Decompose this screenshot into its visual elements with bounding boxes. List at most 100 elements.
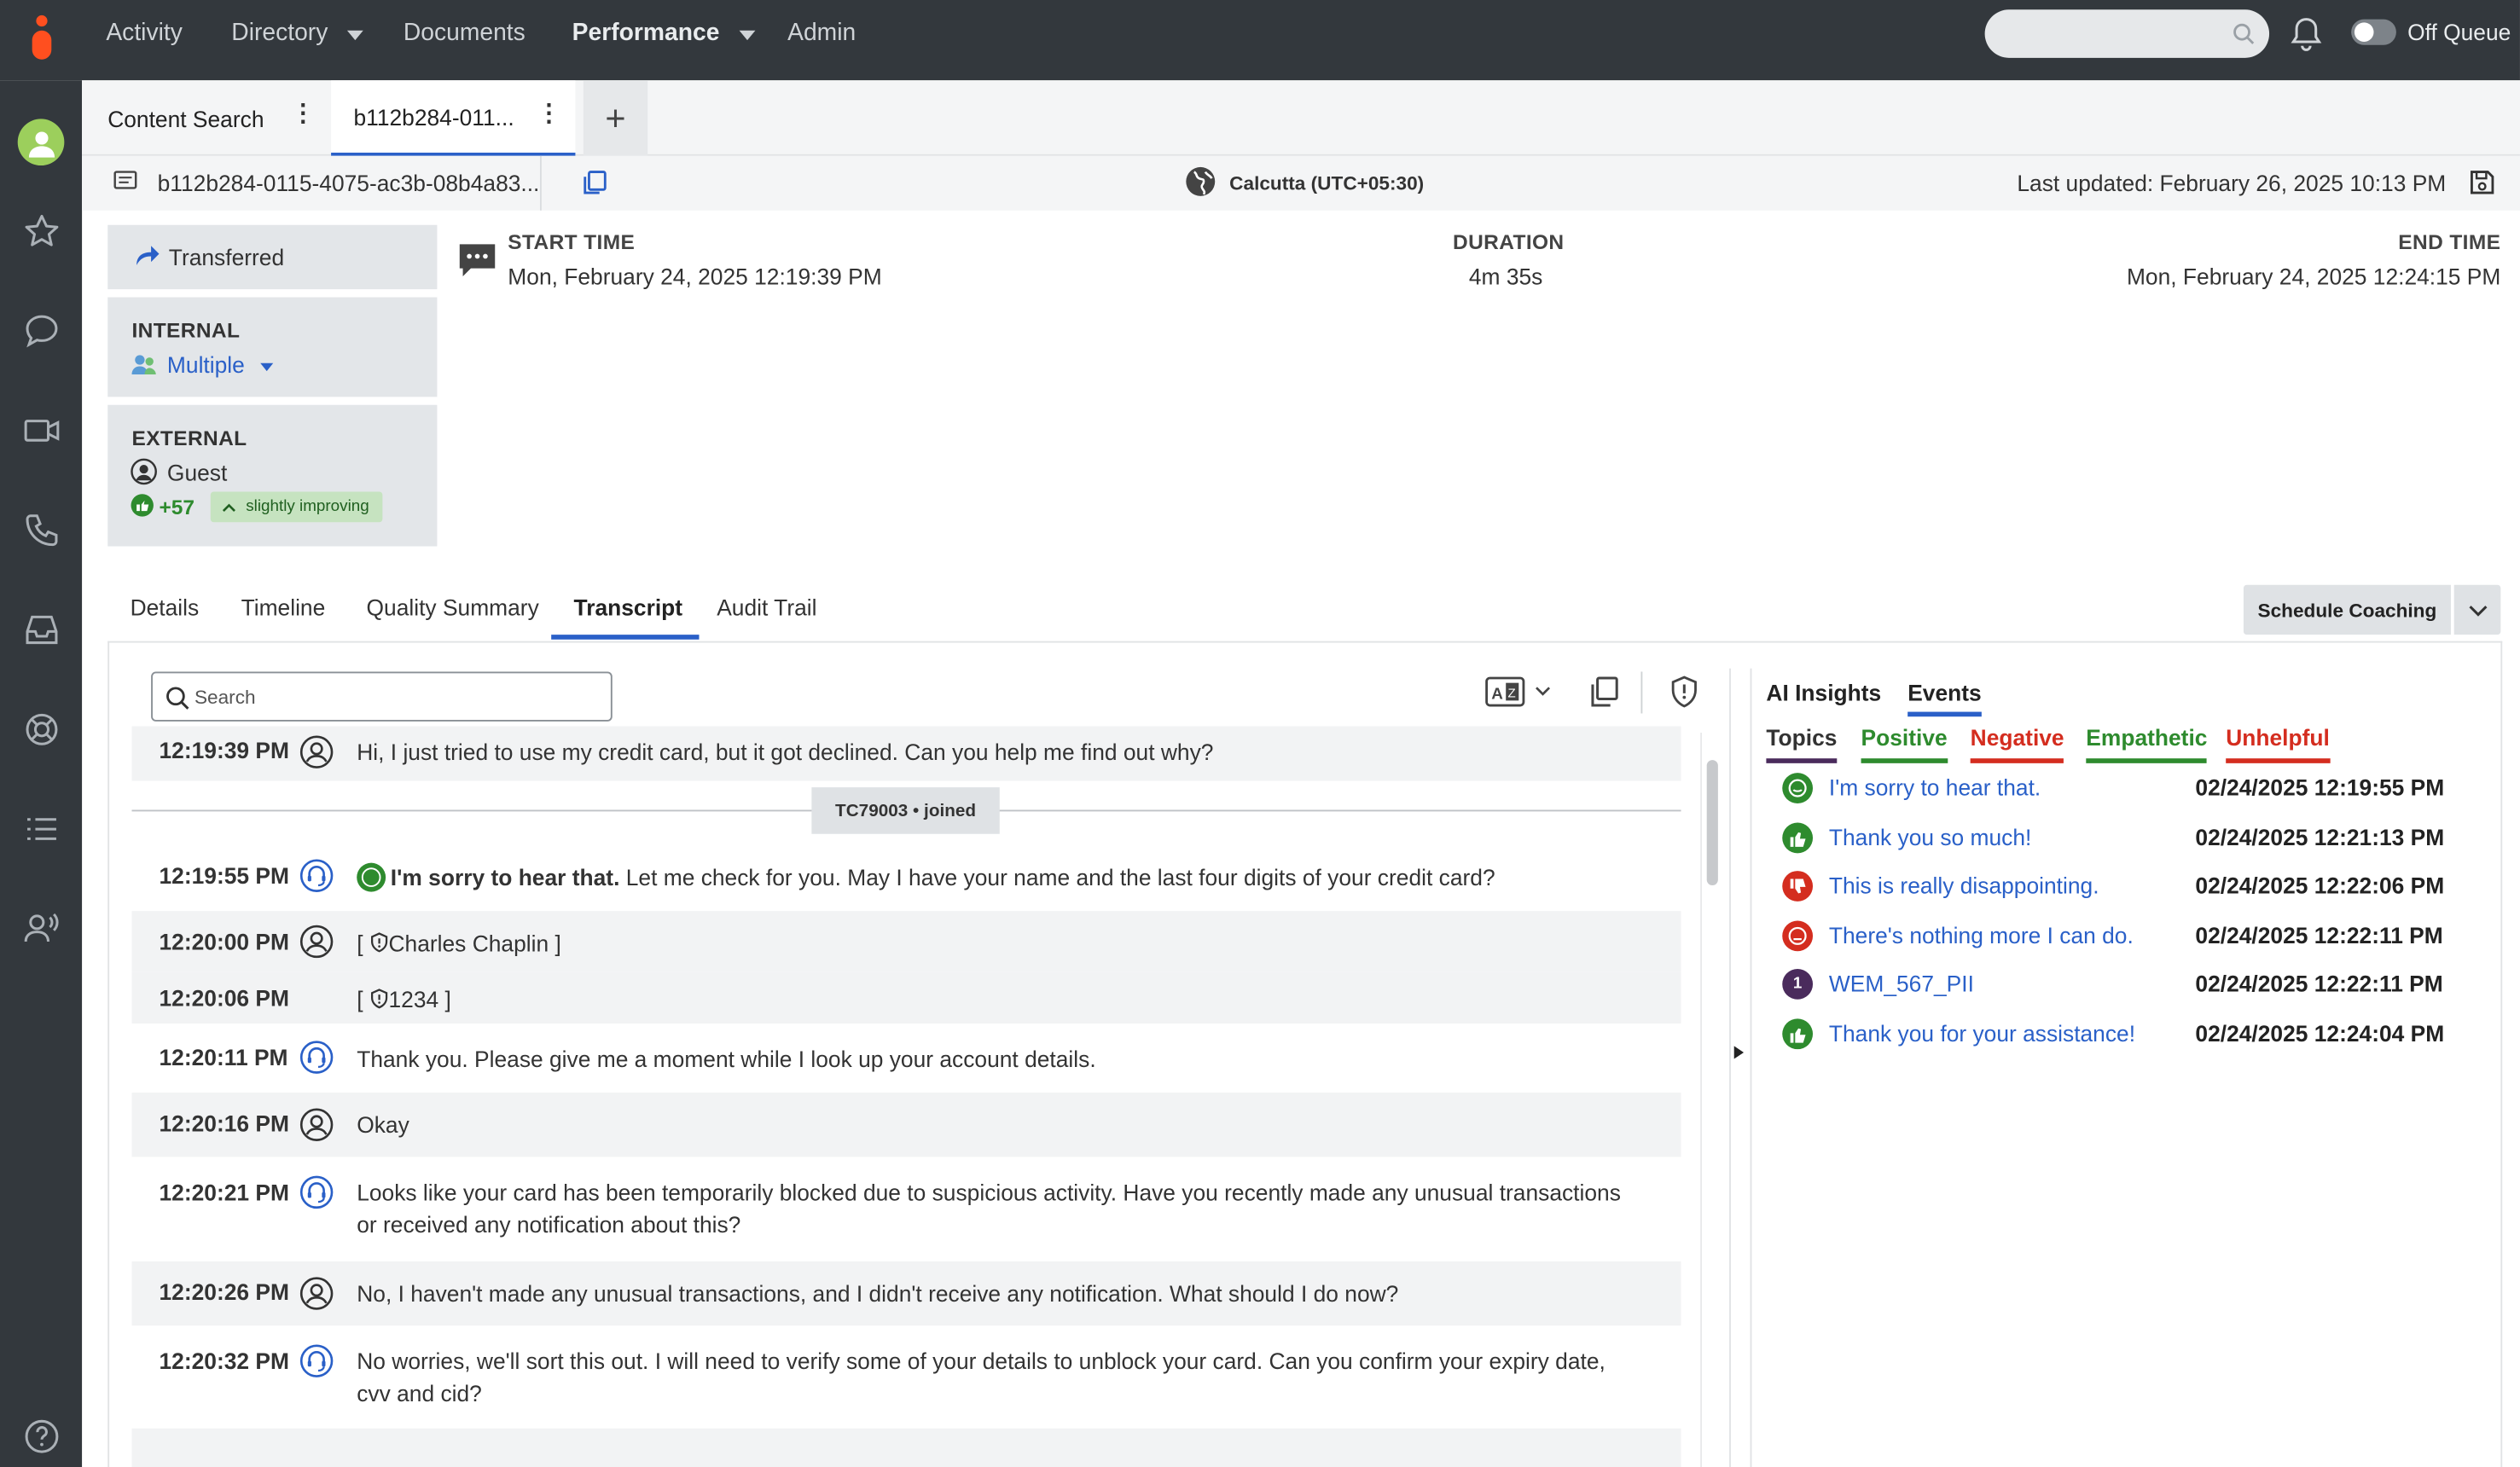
filter-empathetic[interactable]: Empathetic <box>2086 725 2208 763</box>
nav-directory-label: Directory <box>231 19 328 47</box>
transcript-row <box>131 1428 1681 1467</box>
customer-avatar-icon <box>299 1277 334 1310</box>
event-time: 02/24/2025 12:21:13 PM <box>2195 824 2445 850</box>
last-updated: Last updated: February 26, 2025 10:13 PM <box>2017 170 2447 196</box>
transcript-search-placeholder: Search <box>194 685 256 708</box>
empathy-icon <box>357 862 386 892</box>
transcript-scrollbar[interactable] <box>1700 733 1720 1467</box>
end-time-label: END TIME <box>2398 229 2501 254</box>
user-avatar[interactable] <box>17 119 65 166</box>
nav-admin[interactable]: Admin <box>787 20 856 47</box>
tab-events[interactable]: Events <box>1907 680 1982 717</box>
unhelpful-icon <box>1782 920 1814 952</box>
transcript-row: 12:19:39 PM Hi, I just tried to use my c… <box>131 726 1681 781</box>
queue-toggle[interactable] <box>2351 19 2396 45</box>
tab-content-search[interactable]: Content Search ⋮ <box>82 80 328 156</box>
event-row[interactable]: Thank you for your assistance! 02/24/202… <box>1782 1018 2489 1052</box>
nav-performance[interactable]: Performance <box>572 20 755 47</box>
tab-details[interactable]: Details <box>131 594 200 620</box>
transcript-row: 12:20:06 PM [ 1234 ] <box>131 971 1681 1024</box>
tab-timeline[interactable]: Timeline <box>241 594 326 620</box>
chat-bubble-icon[interactable] <box>20 309 63 352</box>
copy-transcript-icon[interactable] <box>1586 675 1620 709</box>
event-row[interactable]: I'm sorry to hear that. 02/24/2025 12:19… <box>1782 771 2489 806</box>
filter-negative[interactable]: Negative <box>1970 725 2064 763</box>
list-icon[interactable] <box>20 807 63 850</box>
thumbs-up-icon <box>1782 822 1814 854</box>
event-row[interactable]: 1 WEM_567_PII 02/24/2025 12:22:11 PM <box>1782 967 2489 1002</box>
global-search-input[interactable] <box>1984 9 2270 58</box>
nav-directory[interactable]: Directory <box>231 20 363 47</box>
transcript-search-input[interactable]: Search <box>151 671 613 722</box>
tab-quality-summary[interactable]: Quality Summary <box>367 594 539 620</box>
favorites-star-icon[interactable] <box>20 209 63 252</box>
event-row[interactable]: This is really disappointing. 02/24/2025… <box>1782 869 2489 904</box>
translate-dropdown[interactable]: AZ <box>1485 676 1551 707</box>
left-sidebar <box>0 80 83 1467</box>
filter-positive[interactable]: Positive <box>1861 725 1948 763</box>
inbox-icon[interactable] <box>20 607 63 651</box>
row-time: 12:19:39 PM <box>159 737 289 763</box>
nav-activity[interactable]: Activity <box>106 20 183 47</box>
nav-documents[interactable]: Documents <box>404 20 525 47</box>
event-text[interactable]: WEM_567_PII <box>1829 971 1974 996</box>
chat-message-icon <box>459 244 496 277</box>
empathy-highlight[interactable]: I'm sorry to hear that. <box>391 865 620 890</box>
event-row[interactable]: Thank you so much! 02/24/2025 12:21:13 P… <box>1782 821 2489 856</box>
chevron-up-icon <box>222 502 235 512</box>
svg-text:Z: Z <box>1507 687 1515 701</box>
save-disk-icon[interactable] <box>2469 169 2496 196</box>
add-tab-button[interactable]: + <box>583 80 648 156</box>
help-question-icon[interactable] <box>20 1414 63 1458</box>
event-text[interactable]: This is really disappointing. <box>1829 873 2099 898</box>
row-time: 12:20:00 PM <box>159 928 289 955</box>
thumbs-up-icon <box>1782 1018 1814 1050</box>
agent-headset-icon <box>299 1344 334 1377</box>
people-speaking-icon[interactable] <box>20 907 63 950</box>
internal-multiple-label: Multiple <box>166 351 245 378</box>
event-text[interactable]: Thank you so much! <box>1829 824 2031 849</box>
transcript-row: 12:20:26 PM No, I haven't made any unusu… <box>131 1261 1681 1326</box>
globe-icon <box>1186 166 1216 196</box>
collapse-arrow-icon[interactable] <box>1733 1045 1745 1061</box>
tab-ai-insights[interactable]: AI Insights <box>1766 680 1881 705</box>
interaction-info-bar: b112b284-0115-4075-ac3b-08b4a83... Calcu… <box>82 155 2520 211</box>
translate-icon: AZ <box>1485 676 1525 707</box>
tab-interaction[interactable]: b112b284-011... ⋮ <box>331 80 576 156</box>
row-text: Okay <box>357 1111 409 1138</box>
event-text[interactable]: There's nothing more I can do. <box>1829 922 2134 948</box>
row-text: [ Charles Chaplin ] <box>357 930 561 956</box>
event-text[interactable]: I'm sorry to hear that. <box>1829 774 2041 800</box>
copy-icon[interactable] <box>580 169 609 198</box>
chevron-down-icon <box>1536 687 1551 696</box>
video-camera-icon[interactable] <box>20 409 63 452</box>
thumbs-down-icon <box>1782 871 1814 902</box>
scrollbar-thumb[interactable] <box>1706 760 1718 886</box>
filter-topics[interactable]: Topics <box>1766 725 1838 763</box>
tab-transcript[interactable]: Transcript <box>574 594 683 620</box>
filter-unhelpful[interactable]: Unhelpful <box>2226 725 2330 763</box>
kebab-menu-icon[interactable]: ⋮ <box>537 101 560 125</box>
phone-icon[interactable] <box>20 507 63 551</box>
divider <box>539 155 542 211</box>
row-time: 12:20:16 PM <box>159 1110 289 1136</box>
schedule-coaching-button[interactable]: Schedule Coaching <box>2243 584 2451 635</box>
event-time: 02/24/2025 12:24:04 PM <box>2195 1020 2445 1047</box>
internal-participants-card: INTERNAL Multiple <box>107 297 438 397</box>
sentiment-trend-badge: slightly improving <box>210 491 383 523</box>
internal-multiple-dropdown[interactable]: Multiple <box>167 352 274 378</box>
schedule-coaching-dropdown[interactable] <box>2453 584 2501 635</box>
topic-badge: 1 <box>1782 968 1814 1000</box>
event-text[interactable]: Thank you for your assistance! <box>1829 1020 2135 1046</box>
panel-divider <box>1729 668 1731 1467</box>
shield-redaction-icon[interactable] <box>1669 675 1698 709</box>
chevron-down-icon <box>346 29 363 40</box>
kebab-menu-icon[interactable]: ⋮ <box>291 101 315 125</box>
event-row[interactable]: There's nothing more I can do. 02/24/202… <box>1782 919 2489 954</box>
tab-audit-trail[interactable]: Audit Trail <box>717 594 816 620</box>
lifebuoy-support-icon[interactable] <box>20 707 63 751</box>
external-label: EXTERNAL <box>131 426 247 450</box>
nav-documents-label: Documents <box>403 19 525 47</box>
app-logo-icon[interactable] <box>27 13 56 61</box>
notifications-bell-icon[interactable] <box>2291 16 2323 51</box>
